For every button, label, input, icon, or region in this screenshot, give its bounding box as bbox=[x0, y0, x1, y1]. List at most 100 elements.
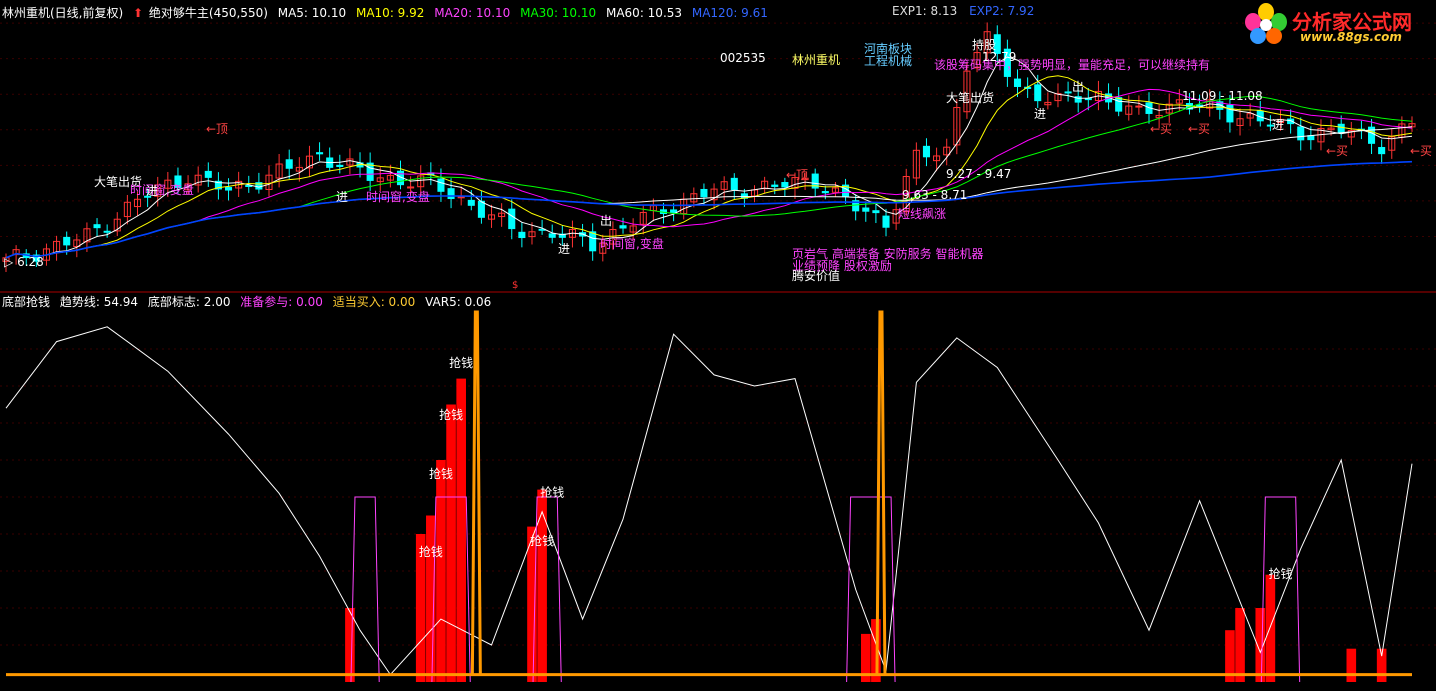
grab-money-label: 抢钱 bbox=[439, 407, 463, 422]
candle-body bbox=[508, 208, 516, 230]
grab-money-label: 抢钱 bbox=[449, 355, 473, 370]
prepare-readout: 准备参与: 0.00 bbox=[240, 295, 323, 309]
candle-body bbox=[1013, 78, 1022, 87]
top-label-2: ←顶 bbox=[786, 168, 809, 182]
grab-money-bar bbox=[1346, 648, 1357, 682]
candle-body bbox=[771, 184, 779, 187]
buy-signal-spike bbox=[470, 310, 482, 675]
candle-body bbox=[619, 225, 627, 229]
lower-title: 底部抢钱 bbox=[2, 295, 51, 309]
ma20-readout: MA20: 10.10 bbox=[434, 6, 511, 20]
upper-header: 林州重机(日线,前复权) ⬆ 绝对够牛主(450,550) MA5: 10.10… bbox=[2, 4, 774, 21]
candle-body bbox=[882, 215, 890, 228]
short-rise-label: 短线飙涨 bbox=[898, 207, 947, 221]
range3-label: 9.63 - 8.71 bbox=[902, 188, 968, 202]
in-label-1: 进 bbox=[146, 184, 159, 198]
in-label-5: 进 bbox=[1272, 118, 1285, 132]
candle-body bbox=[336, 164, 344, 167]
grab-money-label: 抢钱 bbox=[1269, 566, 1293, 581]
dollar-marker: $ bbox=[512, 280, 519, 291]
candle-body bbox=[93, 224, 101, 229]
exp2-readout: EXP2: 7.92 bbox=[969, 4, 1035, 18]
time-window-label-1: 时间窗,变盘 bbox=[130, 183, 194, 197]
hold-label: 持股 bbox=[972, 38, 997, 52]
in-label-2: 进 bbox=[336, 190, 349, 204]
in-label-3: 进 bbox=[558, 242, 571, 256]
time-window-label-2: 时间窗,变盘 bbox=[366, 190, 430, 204]
grab-money-bar bbox=[345, 608, 355, 682]
candle-body bbox=[518, 231, 526, 239]
lower-bars bbox=[345, 378, 1387, 682]
buy-label-3: ←买 bbox=[1326, 144, 1349, 158]
candle-body bbox=[1135, 105, 1143, 108]
lower-labels: 抢钱抢钱抢钱抢钱抢钱抢钱抢钱 bbox=[419, 355, 1293, 581]
trend-line bbox=[5, 326, 1413, 676]
lower-header: 底部抢钱 趋势线: 54.94 底部标志: 2.00 准备参与: 0.00 适当… bbox=[2, 293, 497, 310]
grab-money-bar bbox=[456, 378, 466, 682]
industry-label: 工程机械 bbox=[864, 54, 913, 68]
concepts-line-3: 腾安价值 bbox=[792, 269, 841, 283]
candle-body bbox=[285, 159, 293, 169]
grab-money-bar bbox=[1235, 608, 1245, 682]
time-window-label-3: 时间窗,变盘 bbox=[600, 237, 664, 251]
low-price-label: ▷ 6.28 bbox=[4, 255, 44, 269]
top-label-1: ←顶 bbox=[206, 122, 229, 136]
flower-logo-icon bbox=[1245, 3, 1287, 44]
candle-body bbox=[1378, 147, 1386, 155]
range2-label: 9.27 - 9.47 bbox=[946, 167, 1012, 181]
candle-body bbox=[1297, 126, 1305, 141]
candle-body bbox=[477, 200, 485, 218]
candle-body bbox=[1337, 123, 1345, 134]
grab-money-label: 抢钱 bbox=[540, 485, 564, 500]
ma10-readout: MA10: 9.92 bbox=[355, 6, 425, 20]
left-arrow-icon: ▷ bbox=[4, 255, 14, 269]
candle-body bbox=[103, 230, 111, 233]
trend-readout: 趋势线: 54.94 bbox=[59, 295, 139, 309]
candle-body bbox=[204, 170, 212, 178]
ma30-readout: MA30: 10.10 bbox=[520, 6, 597, 20]
exp1-readout: EXP1: 8.13 bbox=[892, 4, 958, 18]
candle-body bbox=[862, 207, 870, 212]
candle-body bbox=[781, 182, 789, 188]
stock-title: 林州重机(日线,前复权) bbox=[2, 6, 124, 20]
ma60-readout: MA60: 10.53 bbox=[605, 6, 683, 20]
candle-body bbox=[872, 210, 880, 214]
candle-body bbox=[316, 152, 324, 155]
buy-label-2: ←买 bbox=[1188, 122, 1211, 136]
grab-money-bar bbox=[446, 404, 456, 682]
chart-canvas: 抢钱抢钱抢钱抢钱抢钱抢钱抢钱 bbox=[0, 0, 1436, 683]
logo-url: www.88gs.com bbox=[1300, 30, 1402, 44]
candle-body bbox=[730, 177, 738, 191]
grab-money-bar bbox=[537, 489, 547, 682]
candle-body bbox=[447, 188, 455, 200]
comment-label: 该股筹码集中，强势明显，量能充足，可以继续持有 bbox=[934, 58, 1211, 72]
range1-label: 11.09 - 11.08 bbox=[1182, 89, 1263, 103]
out-label-1: 出 bbox=[1072, 80, 1085, 94]
cash-out-label-2: 大笔出货 bbox=[946, 91, 995, 105]
indicator-name: 绝对够牛主(450,550) bbox=[148, 6, 268, 20]
candle-body bbox=[224, 187, 233, 191]
grab-money-label: 抢钱 bbox=[429, 466, 453, 481]
grab-money-bar bbox=[527, 526, 537, 682]
up-arrow-icon: ⬆ bbox=[133, 6, 144, 20]
candle-body bbox=[437, 178, 445, 192]
candle-body bbox=[922, 145, 931, 158]
bottom-flag-readout: 底部标志: 2.00 bbox=[147, 295, 231, 309]
candle-body bbox=[1115, 97, 1123, 112]
site-logo: 分析家公式网 www.88gs.com bbox=[1240, 2, 1430, 46]
lower-grid bbox=[0, 348, 1436, 646]
grab-money-bar bbox=[426, 515, 436, 682]
candle-body bbox=[589, 231, 597, 252]
candle-body bbox=[1226, 104, 1234, 123]
buy-signal-spike bbox=[875, 310, 887, 675]
buy-label-1: ←买 bbox=[1150, 122, 1173, 136]
in-label-4: 进 bbox=[1034, 107, 1047, 121]
exp-readouts: EXP1: 8.13 EXP2: 7.92 bbox=[892, 4, 1042, 18]
bottom-flag-line bbox=[350, 496, 380, 683]
candle-body bbox=[548, 233, 556, 238]
candle-body bbox=[700, 188, 708, 198]
candle-body bbox=[1064, 91, 1072, 94]
candle-body bbox=[63, 236, 71, 246]
grab-money-label: 抢钱 bbox=[419, 544, 443, 559]
low-price-value: 6.28 bbox=[17, 255, 44, 269]
